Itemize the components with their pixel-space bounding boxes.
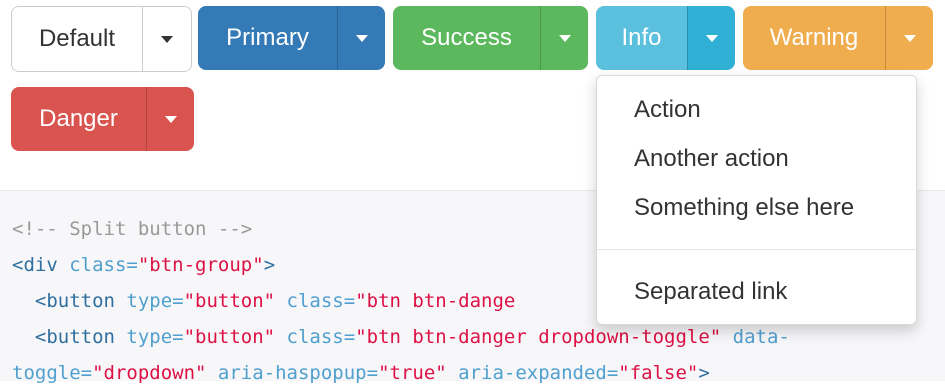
code-tag: <div <box>12 254 58 276</box>
caret-down-icon <box>558 34 571 42</box>
primary-dropdown-toggle[interactable] <box>337 6 385 70</box>
danger-button[interactable]: Danger <box>11 87 146 151</box>
code-attr: class= <box>57 254 138 276</box>
default-button[interactable]: Default <box>12 7 142 71</box>
caret-down-icon <box>164 115 177 123</box>
caret-down-icon <box>903 34 916 42</box>
code-string: "btn btn-dange <box>355 290 516 312</box>
code-tag: <button <box>12 326 115 348</box>
success-button[interactable]: Success <box>393 6 540 70</box>
code-string: "button" <box>183 290 276 312</box>
success-split-button-group: Success <box>393 6 588 70</box>
code-attr: type= <box>114 326 184 348</box>
warning-dropdown-toggle[interactable] <box>885 6 933 70</box>
code-attr: data- <box>721 326 790 348</box>
info-dropdown-menu: Action Another action Something else her… <box>596 75 917 325</box>
code-tag: > <box>263 254 276 276</box>
caret-down-icon <box>355 34 368 42</box>
caret-down-icon <box>160 35 173 43</box>
menu-divider <box>597 249 916 250</box>
code-comment: <!-- Split button --> <box>12 218 253 240</box>
default-dropdown-toggle[interactable] <box>142 7 190 71</box>
warning-split-button-group: Warning <box>743 6 933 70</box>
info-button[interactable]: Info <box>596 6 687 70</box>
primary-button[interactable]: Primary <box>198 6 337 70</box>
info-split-button-group: Info <box>596 6 735 70</box>
code-attr: class= <box>275 326 356 348</box>
menu-item-separated-link[interactable]: Separated link <box>597 269 916 315</box>
menu-item-something-else[interactable]: Something else here <box>597 185 916 231</box>
info-dropdown-toggle[interactable] <box>687 6 735 70</box>
default-split-button-group: Default <box>11 6 192 72</box>
code-string: "button" <box>183 326 276 348</box>
menu-item-another-action[interactable]: Another action <box>597 136 916 182</box>
code-string: "btn-group" <box>137 254 264 276</box>
caret-down-icon <box>705 34 718 42</box>
menu-item-action[interactable]: Action <box>597 87 916 133</box>
code-attr: type= <box>114 290 184 312</box>
success-dropdown-toggle[interactable] <box>540 6 588 70</box>
code-tag: <button <box>12 290 115 312</box>
code-string: "btn btn-danger dropdown-toggle" <box>355 326 722 348</box>
primary-split-button-group: Primary <box>198 6 385 70</box>
code-attr: class= <box>275 290 356 312</box>
danger-dropdown-toggle[interactable] <box>146 87 194 151</box>
danger-split-button-group: Danger <box>11 87 194 151</box>
warning-button[interactable]: Warning <box>743 6 885 70</box>
